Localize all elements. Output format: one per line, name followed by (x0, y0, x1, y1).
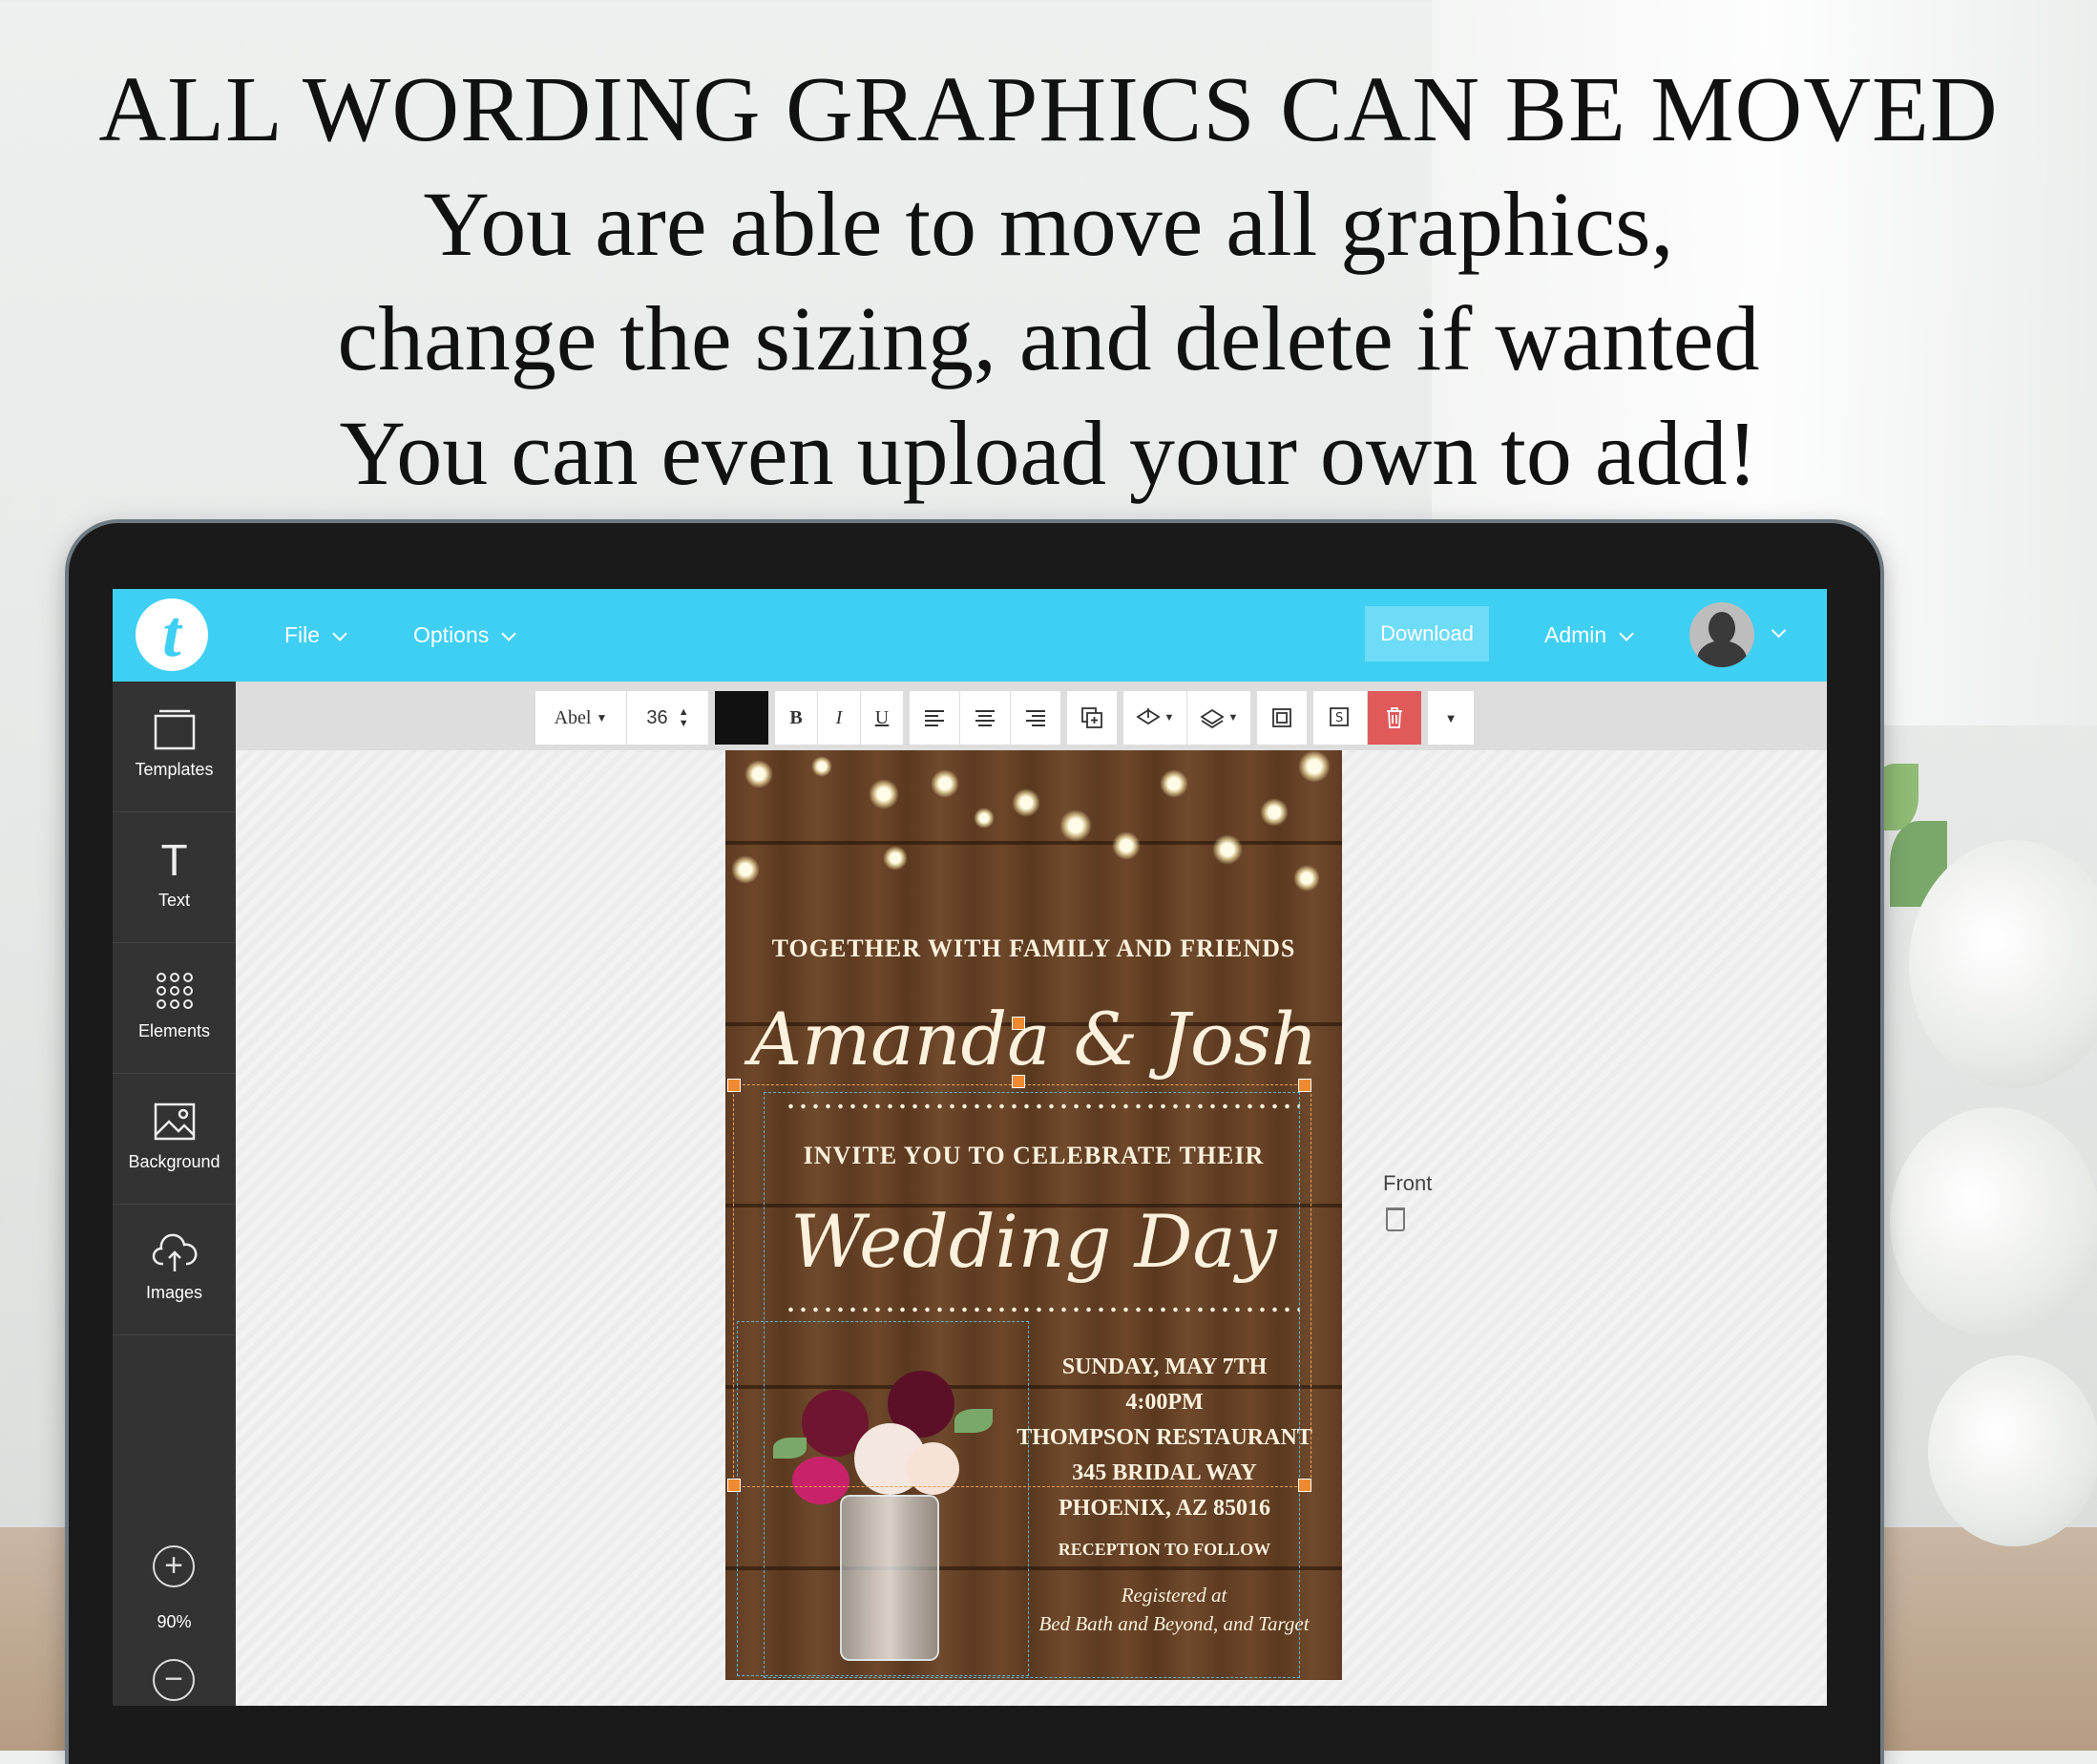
trash-icon (1387, 707, 1402, 728)
zoom-level: 90% (157, 1612, 192, 1631)
resize-handle[interactable] (1298, 1079, 1311, 1092)
fit-frame-icon[interactable] (1257, 691, 1308, 745)
text-icon: T (160, 835, 188, 885)
resize-handle[interactable] (727, 1079, 741, 1092)
font-size-stepper[interactable]: 36 ▲ ▼ (627, 691, 709, 745)
sidebar-item-text[interactable]: T Text (113, 812, 236, 943)
admin-menu-label: Admin (1544, 622, 1607, 647)
text-color-button[interactable] (715, 691, 769, 745)
font-select-value: Abel (554, 706, 592, 728)
card-top-line[interactable]: TOGETHER WITH FAMILY AND FRIENDS (725, 934, 1342, 963)
card-names[interactable]: Amanda & Josh (725, 997, 1342, 1082)
user-avatar[interactable] (1689, 602, 1754, 667)
upload-cloud-icon (152, 1229, 198, 1275)
download-button[interactable]: Download (1365, 606, 1489, 662)
white-flowers-decoration (1871, 745, 2097, 1604)
resize-handle[interactable] (1012, 1075, 1025, 1088)
resize-handle[interactable] (727, 1479, 741, 1492)
headline: ALL WORDING GRAPHICS CAN BE MOVED You ar… (0, 52, 2097, 511)
chevron-down-icon (1619, 626, 1635, 641)
delete-button[interactable] (1368, 691, 1422, 745)
app-logo[interactable]: t (136, 598, 208, 671)
page-label[interactable]: Front (1383, 1171, 1432, 1196)
send-backward-icon[interactable]: ▼ (1187, 691, 1251, 745)
sidebar-item-elements[interactable]: Elements (113, 943, 236, 1074)
zoom-in-icon[interactable]: + (153, 1545, 195, 1587)
templates-icon (152, 706, 198, 752)
guide-box (737, 1321, 1029, 1676)
sidebar: Templates T Text Elements Background Ima… (113, 682, 236, 1706)
caret-down-icon: ▼ (1164, 712, 1175, 724)
rotate-handle[interactable] (1012, 1017, 1025, 1030)
headline-line-2: You are able to move all graphics, (423, 173, 1674, 275)
svg-text:S: S (1335, 711, 1343, 725)
zoom-out-icon[interactable]: − (153, 1659, 195, 1701)
underline-button[interactable]: U (861, 691, 904, 745)
sidebar-item-templates[interactable]: Templates (113, 682, 236, 812)
style-s-icon[interactable]: S (1313, 691, 1368, 745)
options-menu[interactable]: Options (413, 589, 517, 682)
font-select[interactable]: Abel ▼ (535, 691, 627, 745)
page-trash-icon[interactable] (1386, 1208, 1405, 1231)
editor-screen: t File Options Download Admin Templates … (113, 589, 1827, 1706)
duplicate-icon[interactable] (1067, 691, 1118, 745)
avatar-chevron-icon[interactable] (1771, 622, 1787, 639)
align-right-icon[interactable] (1011, 691, 1061, 745)
sidebar-item-images[interactable]: Images (113, 1205, 236, 1335)
elements-icon (152, 968, 198, 1014)
background-icon (152, 1099, 198, 1144)
sidebar-item-background[interactable]: Background (113, 1074, 236, 1205)
sidebar-item-label: Images (145, 1283, 203, 1302)
italic-button[interactable]: I (818, 691, 861, 745)
headline-line-3: change the sizing, and delete if wanted (337, 287, 1760, 389)
admin-menu[interactable]: Admin (1544, 589, 1635, 682)
headline-title: ALL WORDING GRAPHICS CAN BE MOVED (98, 58, 1999, 161)
align-left-icon[interactable] (910, 691, 960, 745)
sidebar-item-label: Background (128, 1152, 220, 1171)
caret-down-icon: ▼ (596, 710, 608, 724)
resize-handle[interactable] (1298, 1479, 1311, 1492)
sidebar-item-label: Elements (137, 1021, 211, 1040)
chevron-down-icon (501, 626, 517, 641)
invitation-card[interactable]: TOGETHER WITH FAMILY AND FRIENDS Amanda … (725, 750, 1342, 1680)
sidebar-item-label: Templates (135, 760, 214, 779)
text-toolbar: Abel ▼ 36 ▲ ▼ B I U ▼ ▼ S ▼ (535, 691, 1475, 745)
bring-forward-icon[interactable]: ▼ (1123, 691, 1187, 745)
align-center-icon[interactable] (960, 691, 1011, 745)
options-menu-label: Options (413, 622, 490, 647)
chevron-down-icon (332, 626, 347, 641)
font-size-value: 36 (646, 706, 668, 728)
text-color-swatch (715, 691, 768, 745)
file-menu-label: File (284, 622, 321, 647)
more-options-icon[interactable]: ▼ (1428, 691, 1475, 745)
caret-down-icon: ▼ (1227, 712, 1239, 724)
stepper-arrows-icon: ▲ ▼ (678, 706, 689, 729)
headline-line-4: You can even upload your own to add! (339, 402, 1758, 504)
bold-button[interactable]: B (775, 691, 818, 745)
file-menu[interactable]: File (284, 589, 347, 682)
sidebar-item-label: Text (157, 891, 190, 910)
top-bar: t File Options Download Admin (113, 589, 1827, 682)
